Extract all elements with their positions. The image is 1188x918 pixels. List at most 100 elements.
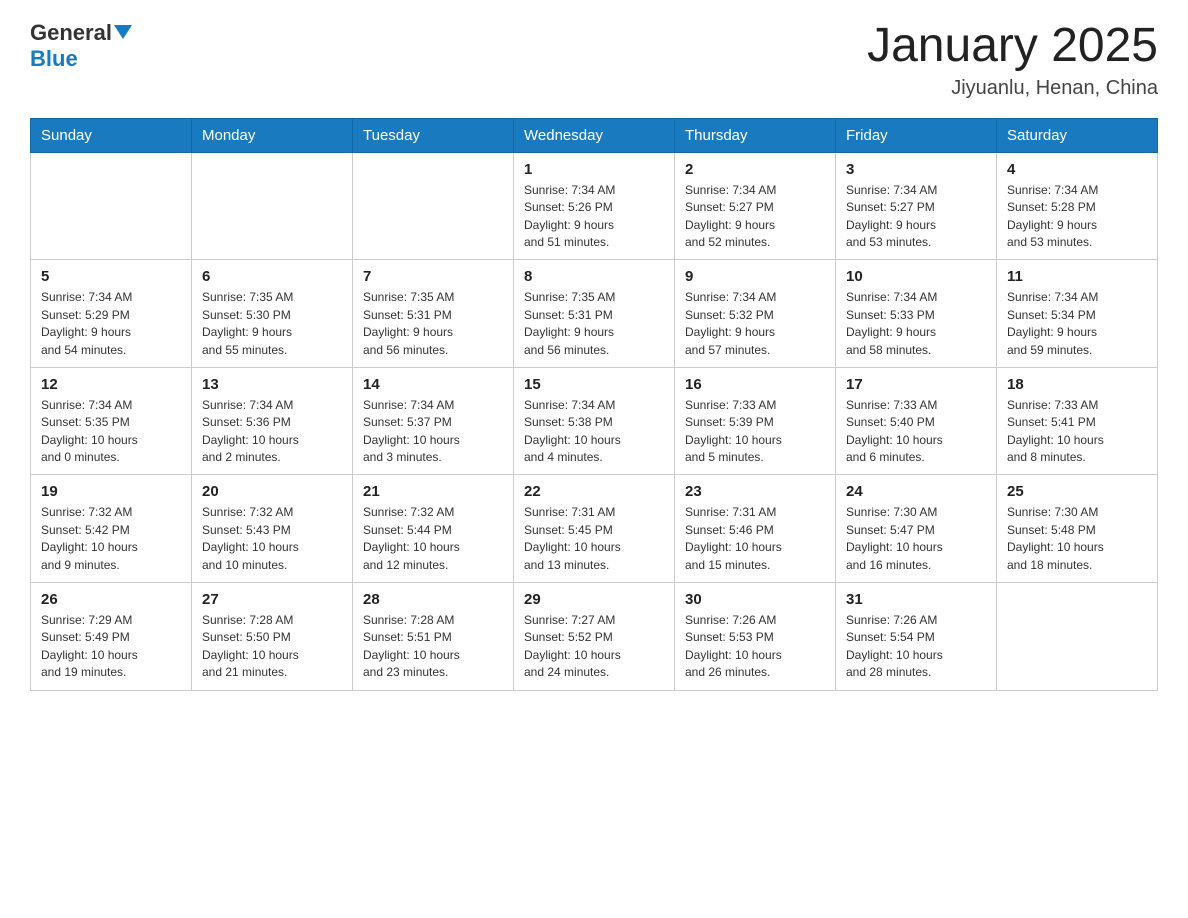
table-row: 2 Sunrise: 7:34 AM Sunset: 5:27 PM Daylig… [675, 152, 836, 260]
col-wednesday: Wednesday [514, 118, 675, 152]
day-info: Sunrise: 7:34 AM Sunset: 5:29 PM Dayligh… [41, 289, 181, 359]
day-number: 5 [41, 268, 181, 285]
day-number: 2 [685, 161, 825, 178]
table-row: 9Sunrise: 7:34 AM Sunset: 5:32 PM Daylig… [675, 260, 836, 368]
location-title: Jiyuanlu, Henan, China [867, 77, 1158, 100]
table-row: 27Sunrise: 7:28 AM Sunset: 5:50 PM Dayli… [192, 583, 353, 691]
table-row: 12 Sunrise: 7:34 AM Sunset: 5:35 PM Dayli… [31, 367, 192, 475]
day-number: 29 [524, 591, 664, 608]
table-row [31, 152, 192, 260]
day-info: Sunrise: 7:35 AM Sunset: 5:31 PM Dayligh… [524, 289, 664, 359]
day-info: Sunrise: 7:31 AM Sunset: 5:46 PM Dayligh… [685, 504, 825, 574]
calendar-table: Sunday Monday Tuesday Wednesday Thursday… [30, 118, 1158, 691]
col-tuesday: Tuesday [353, 118, 514, 152]
day-info: Sunrise: 7:26 AM Sunset: 5:54 PM Dayligh… [846, 612, 986, 682]
day-number: 24 [846, 483, 986, 500]
table-row: 6Sunrise: 7:35 AM Sunset: 5:30 PM Daylig… [192, 260, 353, 368]
col-sunday: Sunday [31, 118, 192, 152]
col-thursday: Thursday [675, 118, 836, 152]
table-row: 24 Sunrise: 7:30 AM Sunset: 5:47 PM Dayli… [836, 475, 997, 583]
logo-triangle-icon [114, 25, 132, 39]
table-row: 1 Sunrise: 7:34 AM Sunset: 5:26 PM Daylig… [514, 152, 675, 260]
table-row: 28Sunrise: 7:28 AM Sunset: 5:51 PM Dayli… [353, 583, 514, 691]
calendar-week-row: 26Sunrise: 7:29 AM Sunset: 5:49 PM Dayli… [31, 583, 1158, 691]
table-row [997, 583, 1158, 691]
logo-blue-text: Blue [30, 46, 78, 71]
day-info: Sunrise: 7:32 AM Sunset: 5:42 PM Dayligh… [41, 504, 181, 574]
day-number: 4 [1007, 161, 1147, 178]
day-number: 15 [524, 376, 664, 393]
day-info: Sunrise: 7:33 AM Sunset: 5:40 PM Dayligh… [846, 397, 986, 467]
table-row: 3 Sunrise: 7:34 AM Sunset: 5:27 PM Daylig… [836, 152, 997, 260]
day-number: 27 [202, 591, 342, 608]
table-row: 16 Sunrise: 7:33 AM Sunset: 5:39 PM Dayli… [675, 367, 836, 475]
table-row: 11 Sunrise: 7:34 AM Sunset: 5:34 PM Dayli… [997, 260, 1158, 368]
day-info: Sunrise: 7:33 AM Sunset: 5:41 PM Dayligh… [1007, 397, 1147, 467]
table-row: 26Sunrise: 7:29 AM Sunset: 5:49 PM Dayli… [31, 583, 192, 691]
day-number: 19 [41, 483, 181, 500]
day-info: Sunrise: 7:34 AM Sunset: 5:36 PM Dayligh… [202, 397, 342, 467]
calendar-week-row: 5 Sunrise: 7:34 AM Sunset: 5:29 PM Daylig… [31, 260, 1158, 368]
day-info: Sunrise: 7:34 AM Sunset: 5:32 PM Dayligh… [685, 289, 825, 359]
day-info: Sunrise: 7:30 AM Sunset: 5:48 PM Dayligh… [1007, 504, 1147, 574]
day-info: Sunrise: 7:32 AM Sunset: 5:43 PM Dayligh… [202, 504, 342, 574]
day-number: 1 [524, 161, 664, 178]
table-row: 20 Sunrise: 7:32 AM Sunset: 5:43 PM Dayli… [192, 475, 353, 583]
day-info: Sunrise: 7:34 AM Sunset: 5:27 PM Dayligh… [846, 182, 986, 252]
day-number: 3 [846, 161, 986, 178]
table-row: 22Sunrise: 7:31 AM Sunset: 5:45 PM Dayli… [514, 475, 675, 583]
table-row: 19 Sunrise: 7:32 AM Sunset: 5:42 PM Dayli… [31, 475, 192, 583]
day-info: Sunrise: 7:34 AM Sunset: 5:28 PM Dayligh… [1007, 182, 1147, 252]
month-title: January 2025 [867, 20, 1158, 73]
calendar-header-row: Sunday Monday Tuesday Wednesday Thursday… [31, 118, 1158, 152]
page-header: General Blue January 2025 Jiyuanlu, Hena… [30, 20, 1158, 100]
day-number: 7 [363, 268, 503, 285]
day-info: Sunrise: 7:34 AM Sunset: 5:35 PM Dayligh… [41, 397, 181, 467]
calendar-week-row: 12 Sunrise: 7:34 AM Sunset: 5:35 PM Dayli… [31, 367, 1158, 475]
day-number: 21 [363, 483, 503, 500]
day-number: 20 [202, 483, 342, 500]
col-saturday: Saturday [997, 118, 1158, 152]
logo-general-text: General [30, 20, 112, 46]
table-row: 17Sunrise: 7:33 AM Sunset: 5:40 PM Dayli… [836, 367, 997, 475]
table-row: 5 Sunrise: 7:34 AM Sunset: 5:29 PM Daylig… [31, 260, 192, 368]
day-number: 18 [1007, 376, 1147, 393]
day-number: 14 [363, 376, 503, 393]
day-number: 11 [1007, 268, 1147, 285]
table-row: 14 Sunrise: 7:34 AM Sunset: 5:37 PM Dayli… [353, 367, 514, 475]
calendar-week-row: 19 Sunrise: 7:32 AM Sunset: 5:42 PM Dayli… [31, 475, 1158, 583]
day-number: 22 [524, 483, 664, 500]
col-friday: Friday [836, 118, 997, 152]
day-number: 30 [685, 591, 825, 608]
day-info: Sunrise: 7:34 AM Sunset: 5:33 PM Dayligh… [846, 289, 986, 359]
day-info: Sunrise: 7:28 AM Sunset: 5:51 PM Dayligh… [363, 612, 503, 682]
table-row: 21 Sunrise: 7:32 AM Sunset: 5:44 PM Dayli… [353, 475, 514, 583]
day-info: Sunrise: 7:34 AM Sunset: 5:38 PM Dayligh… [524, 397, 664, 467]
day-number: 16 [685, 376, 825, 393]
day-info: Sunrise: 7:34 AM Sunset: 5:27 PM Dayligh… [685, 182, 825, 252]
table-row: 4 Sunrise: 7:34 AM Sunset: 5:28 PM Daylig… [997, 152, 1158, 260]
table-row: 10Sunrise: 7:34 AM Sunset: 5:33 PM Dayli… [836, 260, 997, 368]
day-info: Sunrise: 7:26 AM Sunset: 5:53 PM Dayligh… [685, 612, 825, 682]
day-number: 26 [41, 591, 181, 608]
day-info: Sunrise: 7:27 AM Sunset: 5:52 PM Dayligh… [524, 612, 664, 682]
day-number: 25 [1007, 483, 1147, 500]
day-info: Sunrise: 7:32 AM Sunset: 5:44 PM Dayligh… [363, 504, 503, 574]
table-row: 23Sunrise: 7:31 AM Sunset: 5:46 PM Dayli… [675, 475, 836, 583]
day-number: 8 [524, 268, 664, 285]
table-row [192, 152, 353, 260]
day-info: Sunrise: 7:34 AM Sunset: 5:26 PM Dayligh… [524, 182, 664, 252]
table-row: 8 Sunrise: 7:35 AM Sunset: 5:31 PM Daylig… [514, 260, 675, 368]
table-row: 18 Sunrise: 7:33 AM Sunset: 5:41 PM Dayli… [997, 367, 1158, 475]
col-monday: Monday [192, 118, 353, 152]
day-info: Sunrise: 7:33 AM Sunset: 5:39 PM Dayligh… [685, 397, 825, 467]
title-section: January 2025 Jiyuanlu, Henan, China [867, 20, 1158, 100]
day-info: Sunrise: 7:34 AM Sunset: 5:37 PM Dayligh… [363, 397, 503, 467]
day-info: Sunrise: 7:35 AM Sunset: 5:30 PM Dayligh… [202, 289, 342, 359]
logo: General Blue [30, 20, 132, 72]
day-info: Sunrise: 7:30 AM Sunset: 5:47 PM Dayligh… [846, 504, 986, 574]
table-row [353, 152, 514, 260]
day-number: 12 [41, 376, 181, 393]
day-info: Sunrise: 7:34 AM Sunset: 5:34 PM Dayligh… [1007, 289, 1147, 359]
table-row: 29 Sunrise: 7:27 AM Sunset: 5:52 PM Dayli… [514, 583, 675, 691]
